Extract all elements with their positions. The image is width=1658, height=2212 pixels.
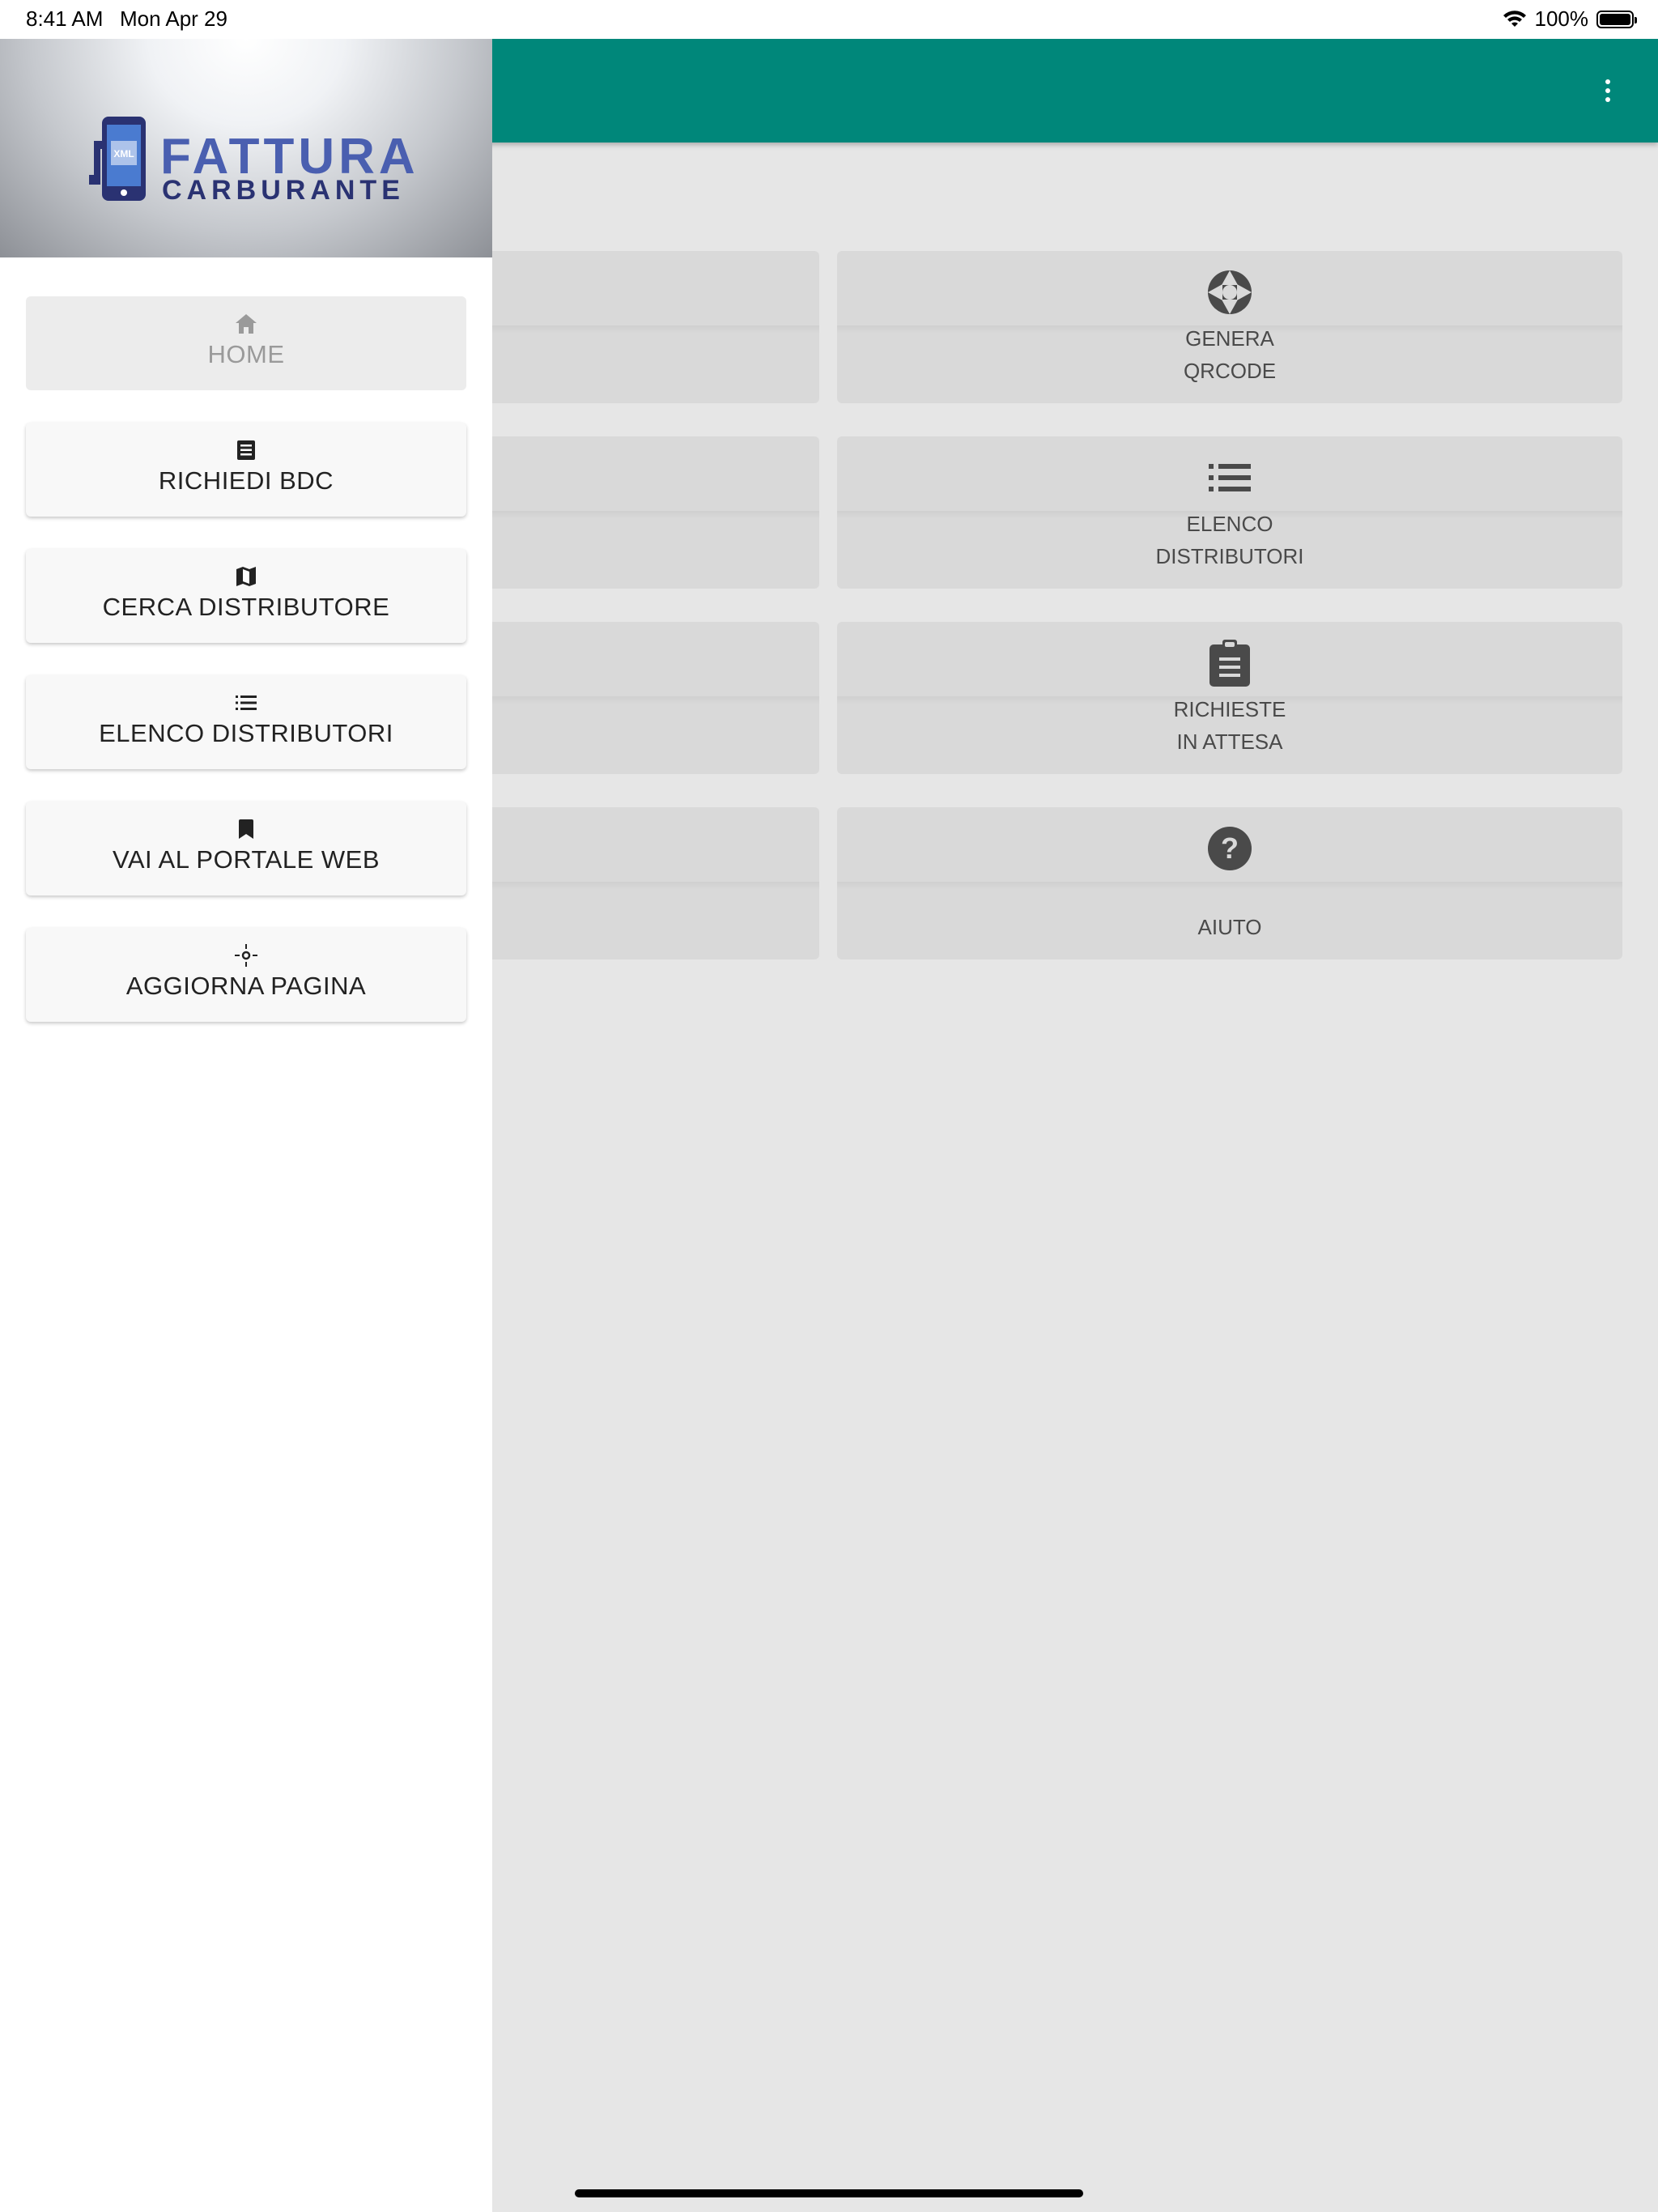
tile-richieste-in-attesa[interactable]: RICHIESTE IN ATTESA: [837, 622, 1622, 774]
wifi-icon: [1503, 10, 1526, 27]
drawer-item-elenco-distributori[interactable]: ELENCO DISTRIBUTORI: [26, 675, 466, 769]
home-indicator[interactable]: [575, 2189, 1083, 2197]
status-right: 100%: [1503, 6, 1637, 32]
logo-subtitle: CARBURANTE: [162, 175, 405, 206]
tile-genera-qrcode-label: GENERA QRCODE: [1183, 326, 1277, 383]
drawer-item-vai-al-portale-web[interactable]: VAI AL PORTALE WEB: [26, 802, 466, 895]
bookmark-icon: [239, 819, 253, 839]
status-time: 8:41 AM: [26, 6, 104, 31]
clipboard-icon: [1209, 640, 1250, 687]
logo-badge: XML: [113, 148, 134, 160]
camera-shutter-icon: [1208, 270, 1252, 314]
tile-aiuto-label: AIUTO: [1197, 915, 1262, 939]
map-icon: [236, 567, 256, 586]
tile-left-4[interactable]: [453, 807, 819, 959]
tile-elenco-distributori[interactable]: ELENCO DISTRIBUTORI: [837, 436, 1622, 589]
drawer-item-richiedi-bdc-label: RICHIEDI BDC: [158, 466, 334, 495]
tile-elenco-distributori-label: ELENCO DISTRIBUTORI: [1155, 512, 1304, 568]
drawer-item-home[interactable]: HOME: [26, 296, 466, 390]
fuel-phone-logo-icon: XML: [89, 117, 146, 201]
drawer-item-aggiorna-pagina-label: AGGIORNA PAGINA: [125, 972, 367, 1000]
battery-icon: [1596, 10, 1637, 28]
status-bar: 8:41 AM Mon Apr 29 100%: [0, 0, 1658, 39]
drawer-item-vai-al-portale-web-label: VAI AL PORTALE WEB: [112, 845, 380, 874]
home-icon: [236, 314, 257, 334]
tile-left-2[interactable]: [453, 436, 819, 589]
drawer-item-home-label: HOME: [207, 340, 285, 368]
drawer-item-elenco-distributori-label: ELENCO DISTRIBUTORI: [99, 719, 393, 747]
navigation-drawer: XML FATTURA CARBURANTE HOME RICHIEDI BDC: [0, 39, 492, 2212]
tile-genera-qrcode[interactable]: GENERA QRCODE: [837, 251, 1622, 403]
tile-left-1[interactable]: [453, 251, 819, 403]
refresh-icon: [235, 944, 257, 967]
svg-text:?: ?: [1221, 832, 1239, 865]
more-vert-icon[interactable]: [1605, 79, 1611, 104]
tile-left-3[interactable]: [453, 622, 819, 774]
tile-aiuto[interactable]: ? AIUTO: [837, 807, 1622, 959]
tile-richieste-in-attesa-label: RICHIESTE IN ATTESA: [1173, 697, 1286, 754]
drawer-header: XML FATTURA CARBURANTE: [0, 39, 492, 257]
drawer-item-cerca-distributore[interactable]: CERCA DISTRIBUTORE: [26, 549, 466, 643]
battery-percent: 100%: [1534, 6, 1589, 31]
list-icon: [1209, 464, 1251, 491]
receipt-icon: [237, 440, 255, 460]
drawer-item-cerca-distributore-label: CERCA DISTRIBUTORE: [102, 593, 390, 621]
drawer-item-aggiorna-pagina[interactable]: AGGIORNA PAGINA: [26, 928, 466, 1022]
list-icon: [236, 696, 257, 710]
drawer-item-richiedi-bdc[interactable]: RICHIEDI BDC: [26, 423, 466, 517]
help-circle-icon: ?: [1208, 827, 1252, 870]
status-date: Mon Apr 29: [120, 6, 227, 31]
